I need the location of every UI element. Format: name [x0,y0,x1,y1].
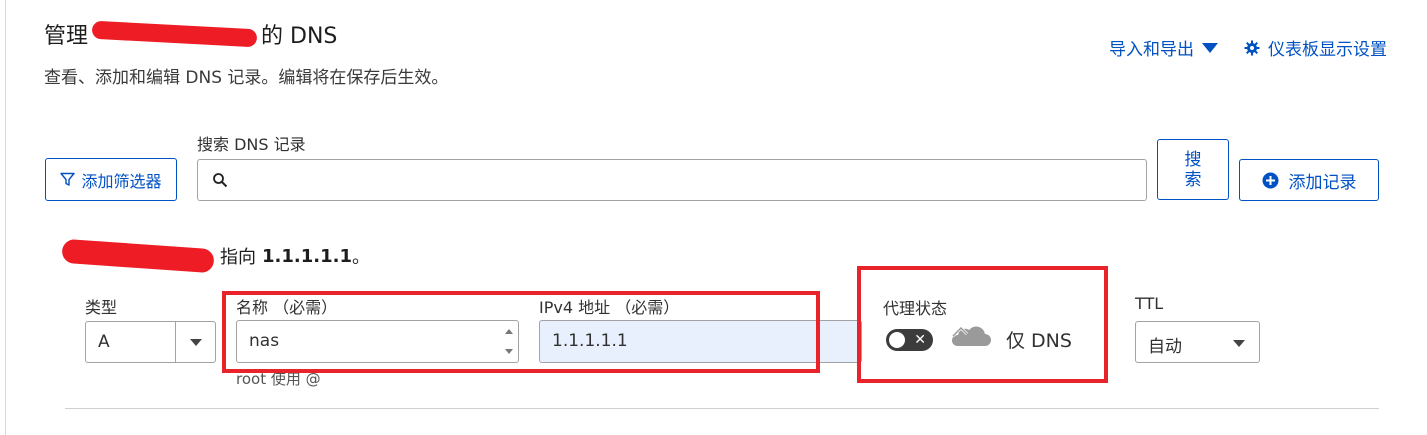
import-export-menu[interactable]: 导入和导出 [1109,35,1218,60]
ttl-select[interactable]: 自动 [1135,321,1260,363]
close-icon: ✕ [914,332,926,348]
redacted-domain [91,20,258,48]
add-filter-label: 添加筛选器 [81,171,162,191]
proxy-status-text: 仅 DNS [1006,330,1072,352]
title-prefix: 管理 [44,24,89,49]
points-to-text: 指向 [220,247,256,268]
import-export-label: 导入和导出 [1109,40,1194,60]
ipv4-field[interactable]: 1.1.1.1.1 [539,320,862,363]
add-record-label: 添加记录 [1288,172,1357,193]
proxy-toggle[interactable]: ✕ [886,329,933,351]
plus-circle-icon [1262,172,1278,188]
title-suffix: 的 DNS [261,24,338,49]
type-label: 类型 [85,298,118,317]
ipv4-value: 1.1.1.1.1 [552,331,628,351]
caret-down-icon [189,338,202,346]
toggle-knob [889,332,905,348]
search-field[interactable] [197,159,1147,201]
points-to-period: 。 [351,247,370,268]
funnel-icon [60,172,76,186]
spinner-up-icon[interactable] [505,329,513,334]
header-actions: 导入和导出 仪表板显示设置 [1109,35,1387,60]
add-record-button[interactable]: 添加记录 [1239,159,1379,201]
name-value: nas [249,331,280,351]
type-select[interactable]: A [85,321,216,363]
ttl-value: 自动 [1148,337,1182,357]
add-filter-button[interactable]: 添加筛选器 [45,158,177,201]
page-subtitle: 查看、添加和编辑 DNS 记录。编辑将在保存后生效。 [44,68,449,88]
divider [65,408,1379,409]
chevron-down-icon [1202,42,1218,53]
cloud-icon [951,325,991,346]
name-field[interactable]: nas [236,320,519,363]
search-input[interactable] [238,164,1138,196]
proxy-status-label: 代理状态 [883,299,948,318]
name-hint: root 使用 @ [236,370,321,388]
redacted-record-name [61,238,215,274]
type-value: A [98,332,110,352]
search-label: 搜索 DNS 记录 [197,135,306,154]
ipv4-label: IPv4 地址 （必需） [539,298,680,317]
name-spinner[interactable] [502,325,516,358]
page-title: 管理 的 DNS [44,18,337,50]
points-to-target: 1.1.1.1.1 [262,245,352,267]
search-button-label-1: 搜 [1184,149,1202,170]
type-dropdown-toggle[interactable] [175,322,215,362]
spinner-down-icon[interactable] [505,349,513,354]
search-button[interactable]: 搜 索 [1157,139,1229,200]
record-preview: 指向 1.1.1.1.1 。 [61,238,370,274]
search-button-label-2: 索 [1184,169,1202,190]
ttl-label: TTL [1135,294,1164,313]
dashboard-settings-label: 仪表板显示设置 [1268,40,1387,60]
name-label: 名称 （必需） [236,298,338,317]
gear-icon [1244,40,1260,55]
dashboard-settings-link[interactable]: 仪表板显示设置 [1244,35,1387,60]
caret-down-icon [1233,340,1245,347]
search-icon [213,173,228,188]
